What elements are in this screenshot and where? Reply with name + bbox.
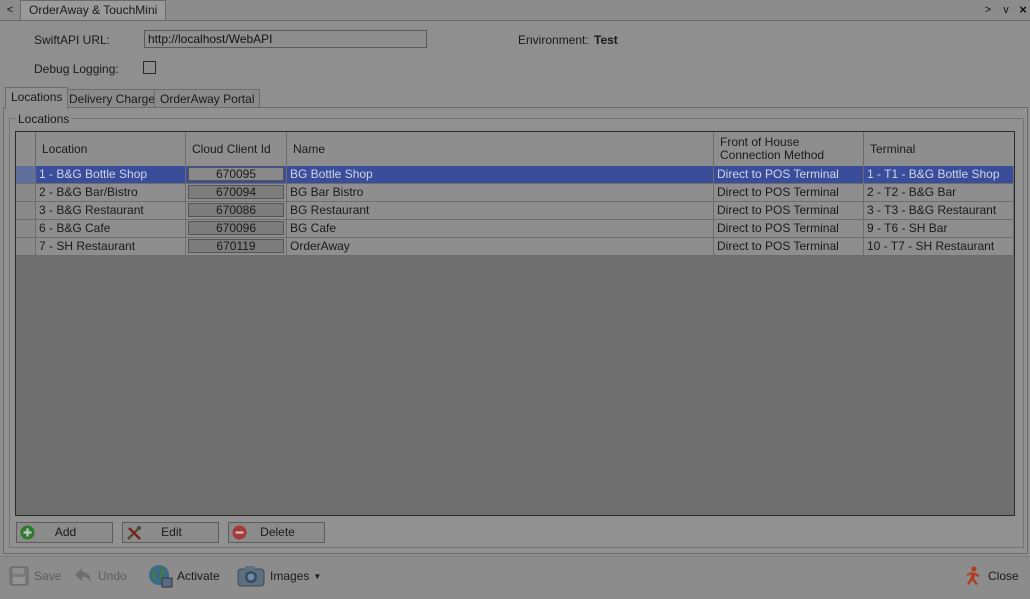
cell-location[interactable]: 2 - B&G Bar/Bistro xyxy=(36,184,186,201)
cell-name[interactable]: BG Bottle Shop xyxy=(287,166,714,183)
delete-button-label: Delete xyxy=(260,525,295,539)
cell-name[interactable]: BG Bar Bistro xyxy=(287,184,714,201)
column-header-name[interactable]: Name xyxy=(287,132,714,166)
cell-location[interactable]: 6 - B&G Cafe xyxy=(36,220,186,237)
cell-terminal[interactable]: 2 - T2 - B&G Bar xyxy=(864,184,1014,201)
debug-logging-label: Debug Logging: xyxy=(34,62,119,76)
tab-delivery-charges[interactable]: Delivery Charges xyxy=(63,89,168,108)
column-header-terminal[interactable]: Terminal xyxy=(864,132,1014,166)
cell-connection-method[interactable]: Direct to POS Terminal xyxy=(714,202,864,219)
cell-connection-method[interactable]: Direct to POS Terminal xyxy=(714,220,864,237)
tab-orderaway-portal[interactable]: OrderAway Portal xyxy=(154,89,261,108)
table-row[interactable]: 1 - B&G Bottle Shop 670095 BG Bottle Shop D… xyxy=(16,166,1014,184)
camera-icon xyxy=(237,566,265,587)
cell-location[interactable]: 3 - B&G Restaurant xyxy=(36,202,186,219)
cell-cloud-client-id[interactable]: 670086 xyxy=(186,202,287,219)
environment-value: Test xyxy=(594,33,618,47)
scroll-tabs-right-button[interactable]: > xyxy=(981,2,995,18)
document-tab-orderaway[interactable]: OrderAway & TouchMini xyxy=(20,0,167,20)
cloud-client-id-value[interactable]: 670086 xyxy=(188,203,284,217)
save-label: Save xyxy=(34,569,62,583)
scroll-tabs-left-button[interactable]: < xyxy=(3,2,17,18)
column-header-cloud-client-id[interactable]: Cloud Client Id xyxy=(186,132,287,166)
add-button[interactable]: Add xyxy=(16,522,113,543)
column-header-location[interactable]: Location xyxy=(36,132,186,166)
add-button-label: Add xyxy=(54,525,77,539)
cell-location[interactable]: 7 - SH Restaurant xyxy=(36,238,186,255)
close-button[interactable]: Close xyxy=(962,563,1019,589)
table-row[interactable]: 6 - B&G Cafe 670096 BG Cafe Direct to POS T… xyxy=(16,220,1014,238)
cell-cloud-client-id[interactable]: 670119 xyxy=(186,238,287,255)
cell-cloud-client-id[interactable]: 670094 xyxy=(186,184,287,201)
edit-button[interactable]: Edit xyxy=(122,522,219,543)
column-header-connection-method[interactable]: Front of House Connection Method xyxy=(714,132,864,166)
cell-terminal[interactable]: 3 - T3 - B&G Restaurant xyxy=(864,202,1014,219)
cell-connection-method[interactable]: Direct to POS Terminal xyxy=(714,184,864,201)
grid-header: Location Cloud Client Id Name Front of H… xyxy=(16,132,1014,167)
close-label: Close xyxy=(988,569,1019,583)
tab-locations[interactable]: Locations xyxy=(5,87,69,109)
cell-location[interactable]: 1 - B&G Bottle Shop xyxy=(36,166,186,183)
cell-terminal[interactable]: 1 - T1 - B&G Bottle Shop xyxy=(864,166,1014,183)
row-header-corner xyxy=(16,132,36,166)
swiftapi-url-label: SwiftAPI URL: xyxy=(34,33,111,47)
undo-button[interactable]: Undo xyxy=(72,563,127,589)
row-header[interactable] xyxy=(16,166,36,183)
row-header[interactable] xyxy=(16,238,36,255)
row-header[interactable] xyxy=(16,184,36,201)
save-button[interactable]: Save xyxy=(8,563,61,589)
cell-connection-method[interactable]: Direct to POS Terminal xyxy=(714,238,864,255)
cell-name[interactable]: OrderAway xyxy=(287,238,714,255)
cell-name[interactable]: BG Cafe xyxy=(287,220,714,237)
cell-connection-method[interactable]: Direct to POS Terminal xyxy=(714,166,864,183)
row-header[interactable] xyxy=(16,220,36,237)
cloud-client-id-value[interactable]: 670094 xyxy=(188,185,284,199)
table-row[interactable]: 7 - SH Restaurant 670119 OrderAway Direct t… xyxy=(16,238,1014,256)
cell-cloud-client-id[interactable]: 670095 xyxy=(186,166,287,183)
debug-logging-checkbox[interactable] xyxy=(143,61,156,74)
cloud-client-id-value[interactable]: 670095 xyxy=(188,167,284,181)
cell-terminal[interactable]: 10 - T7 - SH Restaurant xyxy=(864,238,1014,255)
activate-label: Activate xyxy=(177,569,220,583)
images-label: Images xyxy=(270,569,310,583)
cloud-client-id-value[interactable]: 670096 xyxy=(188,221,284,235)
table-row[interactable]: 2 - B&G Bar/Bistro 670094 BG Bar Bistro Dir… xyxy=(16,184,1014,202)
environment-label: Environment: xyxy=(518,33,589,47)
row-header[interactable] xyxy=(16,202,36,219)
running-man-close-icon xyxy=(966,566,980,585)
tab-list-dropdown-button[interactable]: v xyxy=(999,2,1013,18)
locations-group-title: Locations xyxy=(16,112,72,126)
swiftapi-url-input[interactable] xyxy=(144,30,427,48)
undo-label: Undo xyxy=(98,569,127,583)
globe-icon xyxy=(149,565,173,588)
cell-cloud-client-id[interactable]: 670096 xyxy=(186,220,287,237)
images-dropdown-button[interactable]: Images ▼ xyxy=(236,563,321,589)
floppy-disk-icon xyxy=(9,566,29,586)
cloud-client-id-value[interactable]: 670119 xyxy=(188,239,284,253)
cell-terminal[interactable]: 9 - T6 - SH Bar xyxy=(864,220,1014,237)
close-tab-button[interactable]: × xyxy=(1016,2,1030,18)
dropdown-caret-icon: ▼ xyxy=(313,571,322,581)
undo-arrow-icon xyxy=(75,568,91,583)
delete-button[interactable]: Delete xyxy=(228,522,325,543)
activate-button[interactable]: Activate xyxy=(147,563,220,589)
table-row[interactable]: 3 - B&G Restaurant 670086 BG Restaurant Dir… xyxy=(16,202,1014,220)
cell-name[interactable]: BG Restaurant xyxy=(287,202,714,219)
edit-button-label: Edit xyxy=(161,525,182,539)
locations-grid[interactable]: Location Cloud Client Id Name Front of H… xyxy=(15,131,1015,516)
